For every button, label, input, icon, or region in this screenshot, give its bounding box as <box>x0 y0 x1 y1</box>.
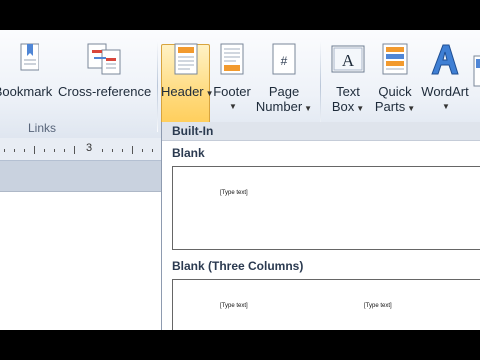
bookmark-button[interactable]: Bookmark <box>0 42 54 99</box>
document-background <box>0 161 161 192</box>
footer-label: Footer <box>213 84 251 99</box>
group-separator <box>320 40 321 132</box>
group-separator <box>157 40 158 132</box>
footer-icon <box>220 43 244 75</box>
page-number-label-line1: Page <box>268 84 300 99</box>
text-box-label-line2: Box ▼ <box>331 99 365 114</box>
quick-parts-icon <box>382 43 408 75</box>
quick-parts-label-line1: Quick <box>378 84 412 99</box>
header-label: Header ▼ <box>161 84 214 99</box>
word-window: Bookmark Cross-reference Links <box>0 30 480 330</box>
cross-reference-button[interactable]: Cross-reference <box>58 42 152 99</box>
page-number-icon: # <box>272 43 296 75</box>
drop-cap-icon[interactable] <box>473 54 480 90</box>
wordart-icon <box>431 44 459 75</box>
page-number-label-line2: Number ▼ <box>255 99 313 114</box>
gallery-section-header: Built-In <box>162 122 480 141</box>
links-group-label: Links <box>28 121 57 135</box>
placeholder-text: [Type text] <box>220 303 248 309</box>
gallery-item-blank[interactable]: [Type text] <box>172 166 480 250</box>
text-box-button[interactable]: A Text Box ▼ <box>326 42 370 116</box>
text-box-label-line1: Text <box>336 84 360 99</box>
gallery-item-blank-three-columns[interactable]: [Type text] [Type text] <box>172 279 480 330</box>
cross-reference-icon <box>87 43 121 75</box>
svg-text:#: # <box>281 54 288 68</box>
wordart-label: WordArt <box>421 84 469 99</box>
header-gallery-dropdown: Built-In Blank [Type text] Blank (Three … <box>161 122 480 330</box>
page-number-button[interactable]: # Page Number ▼ <box>254 42 314 116</box>
quick-parts-button[interactable]: Quick Parts ▼ <box>373 42 417 116</box>
ruler-number: 3 <box>86 142 93 154</box>
gallery-item-title: Blank <box>172 146 205 160</box>
section-title: Built-In <box>172 124 214 138</box>
chevron-down-icon: ▼ <box>356 104 365 113</box>
chevron-down-icon: ▼ <box>407 104 416 113</box>
chevron-down-icon: ▼ <box>229 102 237 111</box>
svg-text:A: A <box>342 51 355 70</box>
header-button[interactable]: Header ▼ <box>161 42 214 101</box>
gallery-item-title: Blank (Three Columns) <box>172 259 304 273</box>
bookmark-label: Bookmark <box>0 84 53 99</box>
wordart-button[interactable]: WordArt ▼ <box>418 42 472 114</box>
chevron-down-icon: ▼ <box>304 104 313 113</box>
text-box-icon: A <box>331 45 365 73</box>
header-icon <box>174 43 197 75</box>
chevron-down-icon: ▼ <box>442 102 450 111</box>
cross-reference-label: Cross-reference <box>58 84 152 99</box>
quick-parts-label-line2: Parts ▼ <box>374 99 416 114</box>
placeholder-text: [Type text] <box>364 303 392 309</box>
horizontal-ruler[interactable]: 3 <box>0 138 161 161</box>
placeholder-text: [Type text] <box>220 190 248 196</box>
bookmark-icon <box>20 43 39 71</box>
footer-button[interactable]: Footer ▼ <box>210 42 254 114</box>
